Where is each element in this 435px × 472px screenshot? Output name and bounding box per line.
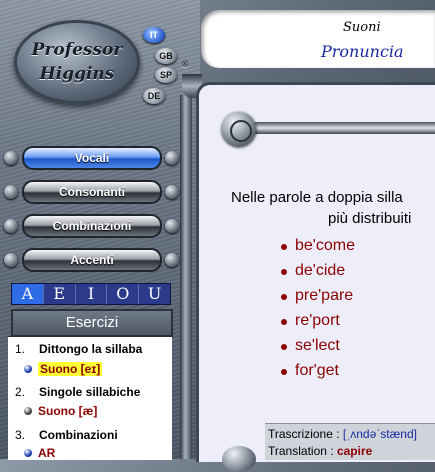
word-label: se'lect <box>295 337 340 354</box>
translation-label: Translation : <box>268 444 334 458</box>
page-title: Pronuncia <box>321 42 404 61</box>
word-label: pre'pare <box>295 287 354 304</box>
nav-accenti-button[interactable]: Accenti <box>22 248 162 272</box>
exercise-sub-label: AR <box>38 446 56 460</box>
exercise-number: 2. <box>15 385 26 399</box>
nav-consonanti-button[interactable]: Consonanti <box>22 180 162 204</box>
translation-value: capire <box>336 444 373 458</box>
word-label: be'come <box>295 237 355 254</box>
knob-icon <box>165 185 179 199</box>
exercise-number: 1. <box>15 342 26 356</box>
exercise-title: Combinazioni <box>39 428 118 442</box>
exercises-header: Esercizi <box>11 309 173 337</box>
vowel-tab-e[interactable]: E <box>44 284 76 304</box>
exercise-number: 3. <box>15 428 26 442</box>
bullet-icon <box>24 449 32 457</box>
bullet-icon <box>281 269 287 275</box>
translation-row: Translation : capire <box>268 444 372 458</box>
bullet-icon <box>281 369 287 375</box>
nav-vocali-button[interactable]: Vocali <box>22 146 162 170</box>
nav-combinazioni-button[interactable]: Combinazioni <box>22 214 162 238</box>
pipe-knob-icon <box>222 446 256 472</box>
header-panel: Suoni Pronuncia <box>201 10 435 68</box>
knob-icon <box>4 253 18 267</box>
exercise-sub-item[interactable]: AR <box>24 446 56 460</box>
knob-icon <box>165 151 179 165</box>
bullet-icon <box>24 365 32 373</box>
transcription-label: Trascrizione : <box>268 427 340 441</box>
language-de-button[interactable]: DE <box>143 88 165 104</box>
exercise-sub-item[interactable]: Suono [æ] <box>24 404 98 418</box>
word-label: for'get <box>295 362 339 379</box>
vowel-tab-u[interactable]: U <box>139 284 170 304</box>
bullet-icon <box>281 244 287 250</box>
exercise-list: 1. Dittongo la sillaba Suono [eɪ] 2. Sin… <box>8 336 172 460</box>
vowel-selector: A E I O U <box>11 283 171 305</box>
vowel-tab-i[interactable]: I <box>76 284 108 304</box>
language-it-button[interactable]: IT <box>143 27 165 43</box>
header-subtitle: Suoni <box>343 20 381 35</box>
instruction-line1: Nelle parole a doppia silla <box>231 189 403 206</box>
word-label: de'cide <box>295 262 346 279</box>
vowel-tab-o[interactable]: O <box>107 284 140 304</box>
exercise-title: Singole sillabiche <box>39 385 141 399</box>
transcription-value: [ˌʌndəˈstænd] <box>342 427 417 441</box>
logo-line1: Professor <box>31 40 123 60</box>
knob-icon <box>4 151 18 165</box>
exercise-title: Dittongo la sillaba <box>39 342 143 356</box>
bullet-icon <box>281 294 287 300</box>
pipe-knob-icon <box>222 112 256 146</box>
professor-higgins-logo: Professor Higgins ® <box>14 20 190 104</box>
instruction-line2: più distribuiti <box>328 210 412 227</box>
bullet-icon <box>281 319 287 325</box>
language-gb-button[interactable]: GB <box>155 48 177 64</box>
knob-icon <box>4 219 18 233</box>
knob-icon <box>165 219 179 233</box>
decorative-pipe <box>250 122 435 134</box>
transcription-row: Trascrizione : [ˌʌndəˈstænd] <box>268 427 417 441</box>
divider-bar <box>180 95 192 459</box>
transcription-box: Trascrizione : [ˌʌndəˈstænd] Translation… <box>265 423 435 460</box>
bullet-icon <box>281 344 287 350</box>
exercise-sub-label: Suono [eɪ] <box>38 362 103 376</box>
vowel-tab-a[interactable]: A <box>12 284 44 304</box>
exercise-sub-item-selected[interactable]: Suono [eɪ] <box>24 362 103 376</box>
knob-icon <box>4 185 18 199</box>
word-label: re'port <box>295 312 340 329</box>
exercise-sub-label: Suono [æ] <box>38 404 98 418</box>
bullet-icon <box>24 407 32 415</box>
knob-icon <box>165 253 179 267</box>
language-sp-button[interactable]: SP <box>155 67 177 83</box>
